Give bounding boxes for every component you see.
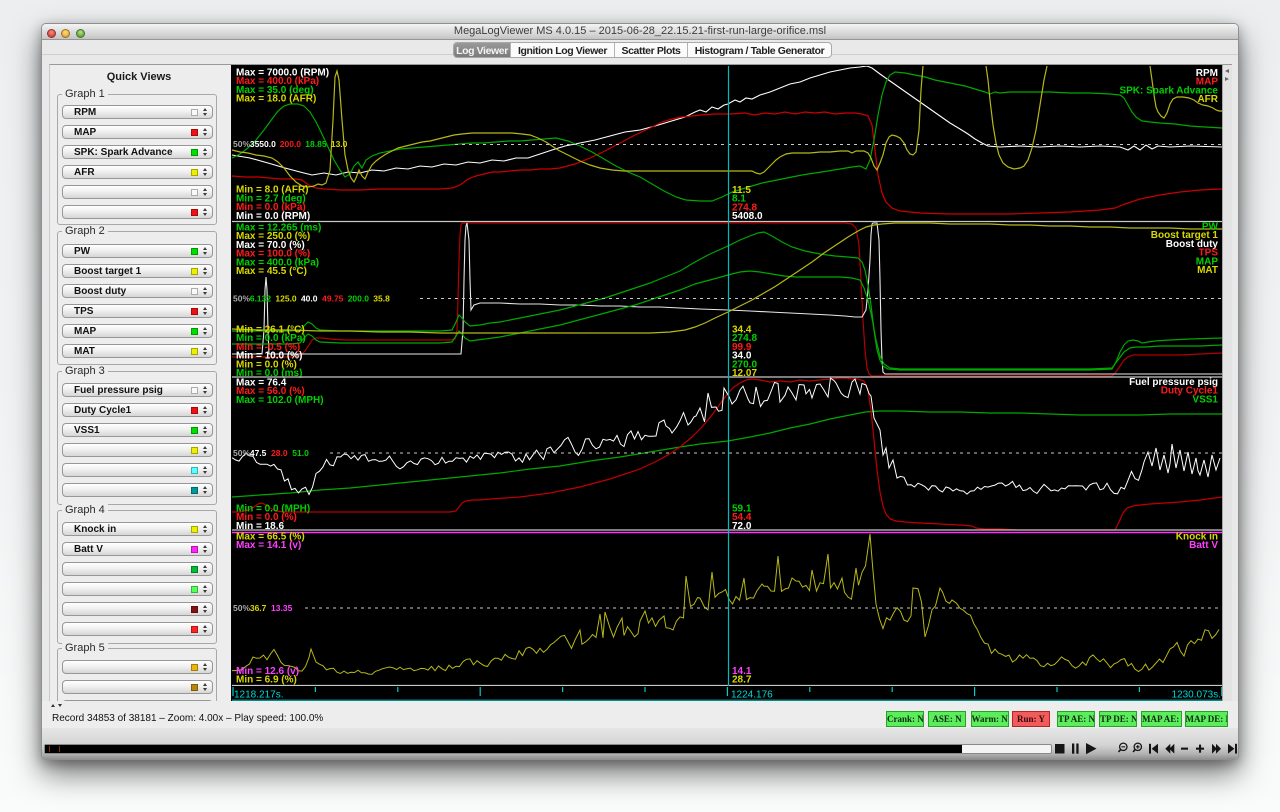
svg-text:50%: 50% (233, 448, 250, 458)
svg-text:1224.176: 1224.176 (731, 690, 773, 701)
svg-text:28.7: 28.7 (732, 675, 752, 686)
svg-text:1218.217s.: 1218.217s. (234, 690, 284, 701)
svg-text:Min = 0.0 (RPM): Min = 0.0 (RPM) (236, 211, 310, 222)
svg-text:1230.073s.: 1230.073s. (1172, 690, 1222, 701)
svg-text:VSS1: VSS1 (1192, 394, 1218, 405)
svg-text:Max = 102.0 (MPH): Max = 102.0 (MPH) (236, 395, 324, 406)
svg-text:47.5: 47.5 (250, 448, 267, 458)
svg-text:200.0: 200.0 (280, 139, 302, 149)
svg-text:50%: 50% (233, 294, 250, 304)
svg-text:AFR: AFR (1197, 94, 1218, 105)
svg-text:36.7: 36.7 (250, 603, 267, 613)
svg-text:35.8: 35.8 (373, 294, 390, 304)
svg-text:18.85: 18.85 (305, 139, 327, 149)
svg-text:28.0: 28.0 (271, 448, 288, 458)
svg-text:3550.0: 3550.0 (250, 139, 276, 149)
svg-text:6.132: 6.132 (250, 294, 272, 304)
svg-text:50%: 50% (233, 139, 250, 149)
svg-text:13.0: 13.0 (331, 139, 348, 149)
svg-text:Batt V: Batt V (1189, 540, 1218, 551)
svg-text:49.75: 49.75 (322, 294, 344, 304)
svg-text:MAT: MAT (1197, 265, 1218, 276)
svg-text:51.0: 51.0 (292, 448, 309, 458)
svg-text:13.35: 13.35 (271, 603, 293, 613)
svg-text:Min = 6.9 (%): Min = 6.9 (%) (236, 675, 297, 686)
svg-text:Max = 45.5 (°C): Max = 45.5 (°C) (236, 266, 307, 277)
svg-text:Max = 14.1 (v): Max = 14.1 (v) (236, 540, 301, 551)
svg-text:50%: 50% (233, 603, 250, 613)
svg-text:125.0: 125.0 (275, 294, 297, 304)
svg-text:200.0: 200.0 (348, 294, 370, 304)
svg-text:40.0: 40.0 (301, 294, 318, 304)
svg-text:Max = 18.0 (AFR): Max = 18.0 (AFR) (236, 94, 316, 105)
svg-text:5408.0: 5408.0 (732, 211, 763, 222)
